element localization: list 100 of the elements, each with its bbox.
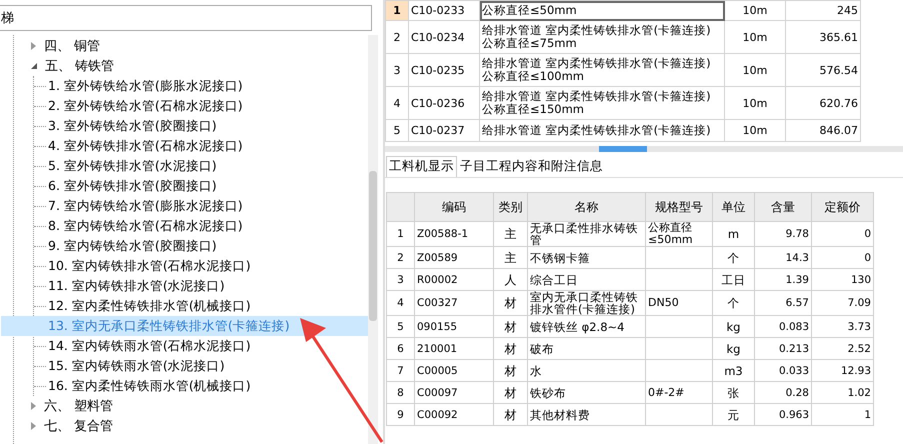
column-header: 规格型号 bbox=[646, 192, 712, 222]
row-number[interactable]: 1 bbox=[386, 0, 408, 20]
table-cell: 元 bbox=[712, 404, 754, 426]
table-cell: 1.02 bbox=[812, 382, 874, 404]
table-cell: 576.54 bbox=[786, 54, 860, 86]
search-field[interactable]: 梯 bbox=[0, 5, 372, 31]
table-cell: 2.52 bbox=[812, 338, 874, 360]
table-cell: 水 bbox=[528, 360, 646, 382]
tree-item[interactable]: 1. 室外铸铁给水管(膨胀水泥接口) bbox=[1, 76, 368, 96]
tree-item[interactable]: 12. 室内柔性铸铁排水管(机械接口) bbox=[1, 296, 368, 316]
table-cell: 公称直径≤50mm bbox=[480, 0, 724, 20]
scrollbar[interactable] bbox=[368, 35, 378, 444]
table-cell: 镀锌铁丝 φ2.8~4 bbox=[528, 316, 646, 338]
row-number[interactable]: 3 bbox=[386, 54, 408, 86]
table-cell: 不锈钢卡箍 bbox=[528, 246, 646, 268]
tree-item[interactable]: 9. 室内铸铁给水管(胶圈接口) bbox=[1, 236, 368, 256]
tree-item[interactable]: 6. 室外铸铁排水管(胶圈接口) bbox=[1, 176, 368, 196]
table-cell: 12.93 bbox=[812, 360, 874, 382]
column-header: 单位 bbox=[712, 192, 754, 222]
tree-item[interactable]: 5. 室外铸铁排水管(水泥接口) bbox=[1, 156, 368, 176]
table-cell bbox=[646, 404, 712, 426]
row-number: 6 bbox=[386, 338, 414, 360]
tree-item[interactable]: 2. 室外铸铁给水管(石棉水泥接口) bbox=[1, 96, 368, 116]
column-header: 编码 bbox=[414, 192, 494, 222]
tree-item[interactable]: 4. 室外铸铁排水管(石棉水泥接口) bbox=[1, 136, 368, 156]
row-number: 5 bbox=[386, 316, 414, 338]
tab[interactable]: 子目工程内容和附注信息 bbox=[457, 156, 606, 177]
row-number: 3 bbox=[386, 268, 414, 290]
table-cell: 0.213 bbox=[754, 338, 812, 360]
table-cell: 人 bbox=[494, 268, 528, 290]
table-cell: 10m bbox=[724, 54, 786, 86]
table-cell: 0 bbox=[812, 246, 874, 268]
table-cell: 主 bbox=[494, 246, 528, 268]
row-number[interactable]: 2 bbox=[386, 20, 408, 54]
table-cell: 给排水管道 室内柔性铸铁排水管(卡箍连接) 公称直径≤75mm bbox=[480, 20, 724, 54]
table-cell: m bbox=[712, 222, 754, 246]
table-cell: 130 bbox=[812, 268, 874, 290]
table-cell: 张 bbox=[712, 382, 754, 404]
table-cell: Z00588-1 bbox=[414, 222, 494, 246]
table-cell: 材 bbox=[494, 404, 528, 426]
table-cell: 主 bbox=[494, 222, 528, 246]
tree-item[interactable]: 16. 室内柔性铸铁雨水管(机械接口) bbox=[1, 376, 368, 396]
table-cell: 铁砂布 bbox=[528, 382, 646, 404]
splitter-handle[interactable] bbox=[599, 146, 647, 152]
tree-item[interactable]: 七、 复合管 bbox=[44, 417, 114, 435]
tree-item[interactable]: 8. 室内铸铁给水管(石棉水泥接口) bbox=[1, 216, 368, 236]
tree-item[interactable]: 10. 室内铸铁排水管(石棉水泥接口) bbox=[1, 256, 368, 276]
column-header: 名称 bbox=[528, 192, 646, 222]
table-cell: 3.73 bbox=[812, 316, 874, 338]
row-number[interactable]: 5 bbox=[386, 120, 408, 142]
table-cell: C00092 bbox=[414, 404, 494, 426]
header-cell bbox=[386, 192, 414, 222]
table-cell: 材 bbox=[494, 360, 528, 382]
tree-item[interactable]: 15. 室内铸铁雨水管(水泥接口) bbox=[1, 356, 368, 376]
row-number: 9 bbox=[386, 404, 414, 426]
table-cell: R00002 bbox=[414, 268, 494, 290]
table-cell: 给排水管道 室内柔性铸铁排水管(卡箍连接) 公称直径≤150mm bbox=[480, 86, 724, 120]
table-cell: 材 bbox=[494, 382, 528, 404]
table-cell: 材 bbox=[494, 290, 528, 316]
table-cell: 14.3 bbox=[754, 246, 812, 268]
table-cell bbox=[646, 246, 712, 268]
row-number: 7 bbox=[386, 360, 414, 382]
row-number: 4 bbox=[386, 290, 414, 316]
tree-item[interactable]: 7. 室内铸铁给水管(膨胀水泥接口) bbox=[1, 196, 368, 216]
table-cell: C10-0236 bbox=[408, 86, 480, 120]
expander-icon[interactable] bbox=[31, 63, 37, 69]
table-cell: 其他材料费 bbox=[528, 404, 646, 426]
table-cell: 室内无承口柔性铸铁排水管件(卡箍连接) bbox=[528, 290, 646, 316]
table-cell: C00097 bbox=[414, 382, 494, 404]
table-cell: 无承口柔性排水铸铁管 bbox=[528, 222, 646, 246]
table-cell bbox=[646, 316, 712, 338]
table-cell: 0.033 bbox=[754, 360, 812, 382]
table-cell: 给排水管道 室内柔性铸铁排水管(卡箍连接) bbox=[480, 120, 724, 142]
table-cell: C00005 bbox=[414, 360, 494, 382]
table-cell bbox=[646, 268, 712, 290]
tree-item[interactable]: 13. 室内无承口柔性铸铁排水管(卡箍连接) bbox=[1, 316, 368, 336]
table-cell: 7.09 bbox=[812, 290, 874, 316]
table-cell: 10m bbox=[724, 0, 786, 20]
table-cell: 10m bbox=[724, 20, 786, 54]
row-number: 8 bbox=[386, 382, 414, 404]
tree-item[interactable]: 六、 塑料管 bbox=[44, 397, 114, 415]
tree-item[interactable]: 14. 室内铸铁雨水管(石棉水泥接口) bbox=[1, 336, 368, 356]
table-cell: 给排水管道 室内柔性铸铁排水管(卡箍连接) 公称直径≤100mm bbox=[480, 54, 724, 86]
table-cell: 破布 bbox=[528, 338, 646, 360]
tree-item[interactable]: 四、 铜管 bbox=[44, 37, 100, 55]
table-cell: 210001 bbox=[414, 338, 494, 360]
table-cell bbox=[646, 338, 712, 360]
table-cell: C10-0234 bbox=[408, 20, 480, 54]
table-cell: 0#-2# bbox=[646, 382, 712, 404]
table-cell: 0.28 bbox=[754, 382, 812, 404]
table-cell: 1.39 bbox=[754, 268, 812, 290]
tree-item[interactable]: 3. 室外铸铁给水管(胶圈接口) bbox=[1, 116, 368, 136]
table-cell: m3 bbox=[712, 360, 754, 382]
row-number: 1 bbox=[386, 222, 414, 246]
tree-item[interactable]: 11. 室内铸铁排水管(水泥接口) bbox=[1, 276, 368, 296]
table-cell: 10m bbox=[724, 86, 786, 120]
table-cell: C10-0237 bbox=[408, 120, 480, 142]
tree-item[interactable]: 五、 铸铁管 bbox=[45, 57, 114, 75]
row-number[interactable]: 4 bbox=[386, 86, 408, 120]
tab[interactable]: 工料机显示 bbox=[386, 156, 457, 177]
